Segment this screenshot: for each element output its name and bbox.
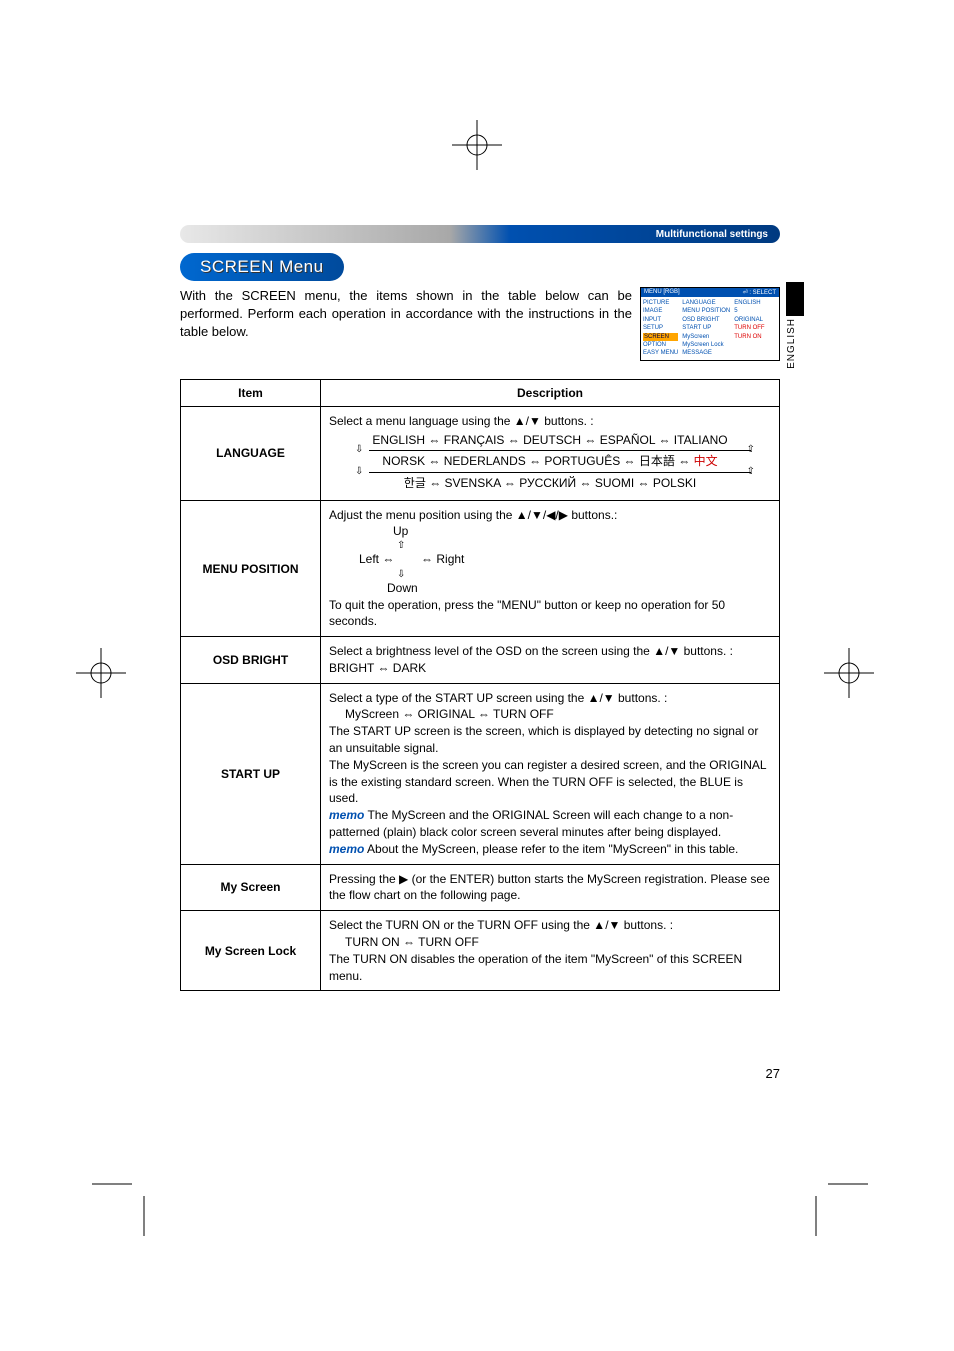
desc-my-screen: Pressing the ▶ (or the ENTER) button sta… (321, 864, 780, 911)
page-content: Multifunctional settings SCREEN Menu Wit… (180, 225, 780, 991)
crop-mark-bottom-right (808, 1176, 868, 1241)
table-row: START UP Select a type of the START UP s… (181, 683, 780, 864)
arrow-up-icon: ⇧ (397, 539, 771, 552)
desc-my-screen-lock: Select the TURN ON or the TURN OFF using… (321, 911, 780, 991)
osd-item: IMAGE (643, 307, 678, 315)
intro-paragraph: With the SCREEN menu, the items shown in… (180, 287, 632, 342)
crop-mark-bottom-left (92, 1176, 152, 1241)
registration-mark-left (76, 648, 126, 703)
memo-label: memo (329, 808, 364, 822)
language-tab: ENGLISH (786, 282, 804, 369)
memo-line: memo About the MyScreen, please refer to… (329, 841, 771, 858)
option-chain: TURN ON ⇔ TURN OFF (345, 934, 771, 951)
direction-left-right: Left ⇔ ⇔ Right (359, 552, 771, 568)
osd-item: START UP (682, 324, 730, 332)
osd-setting-column: LANGUAGE MENU POSITION OSD BRIGHT START … (682, 299, 730, 358)
osd-item: MENU POSITION (682, 307, 730, 315)
screen-menu-title-label: SCREEN Menu (200, 257, 324, 276)
text-segment: NORSK ⇔ NEDERLANDS ⇔ PORTUGUÊS ⇔ 日本語 ⇔ (382, 454, 693, 468)
section-header-label: Multifunctional settings (656, 229, 768, 240)
osd-header-right: ⏎ : SELECT (743, 289, 776, 296)
text-line: The MyScreen is the screen you can regis… (329, 757, 771, 807)
screen-menu-title: SCREEN Menu (180, 253, 344, 281)
osd-item: MyScreen (682, 333, 730, 341)
osd-item: ORIGINAL (734, 316, 764, 324)
text-line: The START UP screen is the screen, which… (329, 723, 771, 757)
language-tab-label: ENGLISH (786, 318, 797, 369)
osd-item: MESSAGE (682, 349, 730, 357)
text-line: Select the TURN ON or the TURN OFF using… (329, 917, 771, 934)
item-start-up: START UP (181, 683, 321, 864)
osd-preview: MENU [RGB] ⏎ : SELECT PICTURE IMAGE INPU… (640, 287, 780, 361)
table-row: LANGUAGE Select a menu language using th… (181, 406, 780, 500)
arrow-down-icon: ⇩ (397, 568, 771, 581)
page-number: 27 (766, 1066, 780, 1081)
item-language: LANGUAGE (181, 406, 321, 500)
text-line: Select a menu language using the ▲/▼ but… (329, 413, 771, 430)
text-segment: 中文 (694, 454, 718, 468)
osd-item: LANGUAGE (682, 299, 730, 307)
desc-language: Select a menu language using the ▲/▼ but… (321, 406, 780, 500)
table-header-item: Item (181, 379, 321, 406)
item-my-screen: My Screen (181, 864, 321, 911)
desc-start-up: Select a type of the START UP screen usi… (321, 683, 780, 864)
osd-item: MyScreen Lock (682, 341, 730, 349)
text-line: Select a type of the START UP screen usi… (329, 690, 771, 707)
osd-item: TURN OFF (734, 324, 764, 332)
table-row: OSD BRIGHT Select a brightness level of … (181, 637, 780, 684)
table-row: My Screen Lock Select the TURN ON or the… (181, 911, 780, 991)
osd-item: SETUP (643, 324, 678, 332)
direction-down: Down (387, 581, 771, 597)
text-line: To quit the operation, press the "MENU" … (329, 597, 771, 631)
connector-line (369, 450, 751, 451)
settings-table: Item Description LANGUAGE Select a menu … (180, 379, 780, 992)
language-chain: ENGLISH ⇔ FRANÇAIS ⇔ DEUTSCH ⇔ ESPAÑOL ⇔… (329, 432, 771, 449)
osd-item: OPTION (643, 341, 678, 349)
direction-up: Up (393, 524, 771, 540)
osd-item: ENGLISH (734, 299, 764, 307)
section-header: Multifunctional settings (180, 225, 780, 243)
osd-menu-column: PICTURE IMAGE INPUT SETUP SCREEN OPTION … (643, 299, 678, 358)
osd-item-selected: SCREEN (643, 333, 678, 341)
desc-menu-position: Adjust the menu position using the ▲/▼/◀… (321, 500, 780, 636)
osd-value-column: ENGLISH 5 ORIGINAL TURN OFF TURN ON (734, 299, 764, 358)
item-menu-position: MENU POSITION (181, 500, 321, 636)
text-segment: The MyScreen and the ORIGINAL Screen wil… (329, 808, 733, 839)
osd-header-left: MENU [RGB] (644, 289, 680, 296)
text-line: Adjust the menu position using the ▲/▼/◀… (329, 507, 771, 524)
item-my-screen-lock: My Screen Lock (181, 911, 321, 991)
osd-item: PICTURE (643, 299, 678, 307)
memo-label: memo (329, 842, 364, 856)
osd-item: EASY MENU (643, 349, 678, 357)
desc-osd-bright: Select a brightness level of the OSD on … (321, 637, 780, 684)
registration-mark-top (452, 120, 502, 175)
language-chain: NORSK ⇔ NEDERLANDS ⇔ PORTUGUÊS ⇔ 日本語 ⇔ 中… (329, 453, 771, 470)
table-header-description: Description (321, 379, 780, 406)
osd-item: OSD BRIGHT (682, 316, 730, 324)
language-chain: 한글 ⇔ SVENSKA ⇔ РУССКИЙ ⇔ SUOMI ⇔ POLSKI (329, 475, 771, 492)
memo-line: memo The MyScreen and the ORIGINAL Scree… (329, 807, 771, 841)
option-chain: MyScreen ⇔ ORIGINAL ⇔ TURN OFF (345, 706, 771, 723)
text-line: Select a brightness level of the OSD on … (329, 643, 771, 660)
text-segment: About the MyScreen, please refer to the … (364, 842, 738, 856)
osd-item: 5 (734, 307, 764, 315)
text-line: The TURN ON disables the operation of th… (329, 951, 771, 985)
registration-mark-right (824, 648, 874, 703)
connector-line (369, 472, 751, 473)
text-line: BRIGHT ⇔ DARK (329, 660, 771, 677)
osd-item: INPUT (643, 316, 678, 324)
osd-item: TURN ON (734, 333, 764, 341)
table-row: My Screen Pressing the ▶ (or the ENTER) … (181, 864, 780, 911)
table-row: MENU POSITION Adjust the menu position u… (181, 500, 780, 636)
item-osd-bright: OSD BRIGHT (181, 637, 321, 684)
